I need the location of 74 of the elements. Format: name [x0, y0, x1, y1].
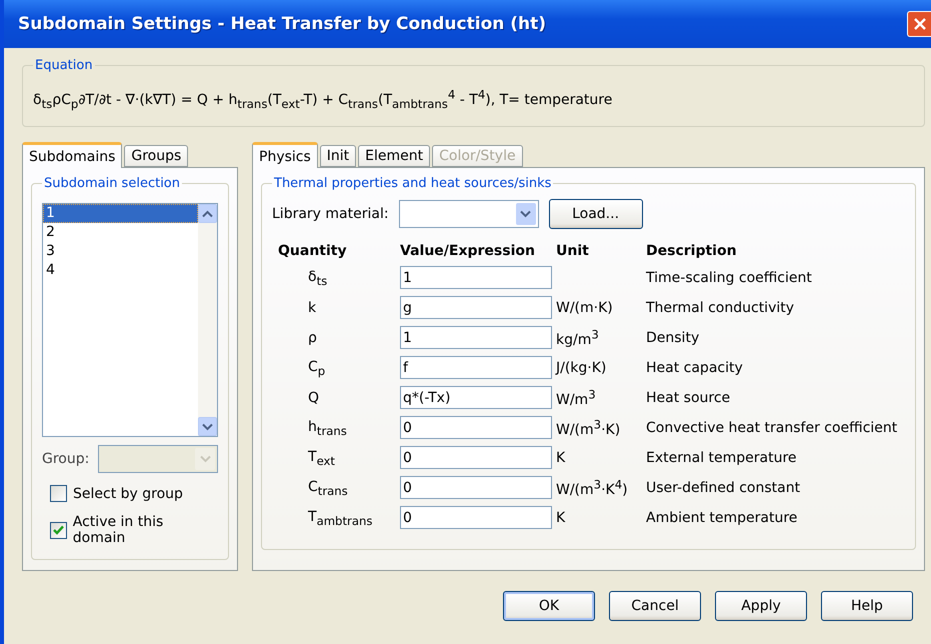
unit-text: K [556, 450, 566, 466]
quantity-symbol: ρ [308, 330, 317, 346]
checkbox[interactable] [50, 485, 67, 502]
checkbox[interactable] [50, 522, 67, 539]
tab[interactable]: Physics [252, 142, 318, 168]
unit-text: W/m$^{3}$ [556, 392, 596, 408]
description-text: Convective heat transfer coefficient [646, 420, 898, 436]
check-icon [52, 525, 64, 536]
scroll-down-button[interactable] [198, 417, 217, 436]
scroll-up-button[interactable] [198, 204, 217, 224]
value-field[interactable]: q*(-Tx) [400, 386, 552, 410]
close-icon [914, 18, 926, 30]
description-text: Ambient temperature [646, 510, 798, 526]
chevron-up-icon [202, 210, 213, 218]
value-field[interactable]: f [400, 356, 552, 380]
unit-text: K [556, 510, 566, 526]
description-text: External temperature [646, 450, 798, 466]
tab[interactable]: Subdomains [22, 142, 122, 168]
close-button[interactable] [907, 11, 931, 37]
unit-text: W/(m·K) [556, 300, 613, 316]
value-field[interactable]: 0 [400, 416, 552, 440]
chevron-down-icon [202, 422, 213, 431]
value-field[interactable]: 0 [400, 476, 552, 500]
dialog-button[interactable]: Help [821, 591, 913, 622]
description-text: Heat capacity [646, 360, 744, 376]
quantity-symbol: Q [308, 390, 320, 406]
value-field[interactable]: 1 [400, 326, 552, 350]
checkbox-label: Active in this domain [72, 514, 164, 546]
dialog-button[interactable]: Cancel [609, 591, 701, 622]
unit-text: W/(m$^{3}$·K) [556, 422, 620, 438]
group-title: Equation [34, 58, 94, 73]
checkbox-label: Select by group [73, 486, 183, 502]
quantity-symbol: C$_{trans}$ [308, 478, 348, 495]
value-field[interactable]: 0 [400, 506, 552, 530]
unit-text: J/(kg·K) [556, 360, 606, 376]
column-header: Quantity [278, 243, 348, 260]
column-header: Description [646, 243, 738, 260]
description-text: Time-scaling coefficient [646, 270, 813, 286]
library-label: Library material: [272, 206, 389, 222]
quantity-symbol: T$_{ext}$ [308, 448, 335, 465]
load-button[interactable]: Load... [548, 199, 643, 230]
description-text: Density [646, 330, 700, 346]
quantity-symbol: k [308, 300, 316, 316]
list-item[interactable]: 2 [43, 223, 198, 242]
value-field[interactable]: 1 [400, 266, 552, 290]
unit-text: W/(m$^{3}$·K$^{4}$) [556, 482, 628, 498]
description-text: Thermal conductivity [646, 300, 796, 316]
group-label: Group: [42, 451, 90, 468]
value-field[interactable]: g [400, 296, 552, 320]
value-field[interactable]: 0 [400, 446, 552, 470]
description-text: User-defined constant [646, 480, 802, 496]
tab[interactable]: Element [358, 145, 430, 168]
group-title: Subdomain selection [43, 176, 181, 192]
description-text: Heat source [646, 390, 732, 406]
quantity-symbol: C$_{p}$ [308, 358, 326, 375]
dialog-button[interactable]: OK [503, 591, 595, 622]
unit-text: kg/m$^{3}$ [556, 332, 599, 348]
list-item[interactable]: 3 [43, 242, 198, 262]
column-header: Value/Expression [400, 243, 536, 260]
quantity-symbol: h$_{trans}$ [308, 418, 347, 435]
chevron-down-icon [200, 455, 210, 464]
tab[interactable]: Groups [124, 145, 188, 168]
dialog-button[interactable]: Apply [715, 591, 807, 622]
list-item[interactable]: 4 [43, 261, 198, 280]
list-item[interactable]: 1 [43, 204, 198, 224]
group-title: Thermal properties and heat sources/sinks [273, 176, 552, 192]
tab[interactable]: Init [320, 145, 356, 168]
equation-text: δ$_{ts}$ρC$_{p}$∂T/∂t - ∇·(k∇T) = Q + h$_{trans}$(T$_{ext}$-T) + C$_{trans}$(T$_{ambtrans}$$^{4}$ - T$^{4}$), T= temperature [33, 92, 612, 108]
chevron-down-icon [520, 210, 532, 218]
quantity-symbol: T$_{ambtrans}$ [308, 508, 372, 525]
library-dropdown[interactable] [398, 200, 539, 228]
quantity-symbol: δ$_{ts}$ [308, 268, 328, 285]
window-title: Subdomain Settings - Heat Transfer by Conduction (ht) [18, 14, 546, 34]
column-header: Unit [556, 243, 590, 260]
